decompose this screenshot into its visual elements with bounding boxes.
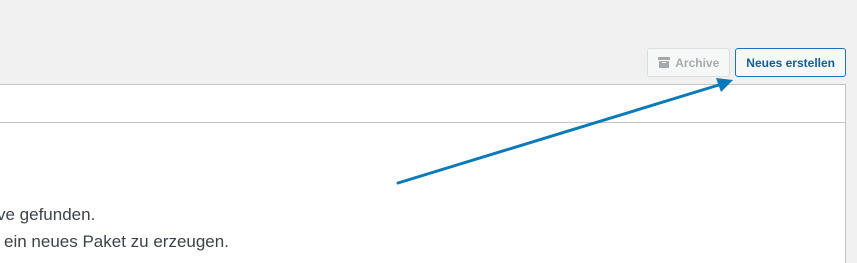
empty-message-line-1: ve gefunden. [0,205,96,224]
archive-box-icon [658,57,671,68]
archive-button-label: Archive [675,55,720,70]
empty-message-line-2: ein neues Paket zu erzeugen. [4,232,229,251]
panel-header [0,85,845,123]
create-new-button[interactable]: Neues erstellen [735,48,846,77]
create-new-button-label: Neues erstellen [746,55,835,70]
packages-panel: ve gefunden. ein neues Paket zu erzeugen… [0,84,846,263]
page-actions-toolbar: Archive Neues erstellen [647,48,846,77]
page: Archive Neues erstellen ve gefunden. ein… [0,0,857,263]
archive-button[interactable]: Archive [647,48,731,77]
